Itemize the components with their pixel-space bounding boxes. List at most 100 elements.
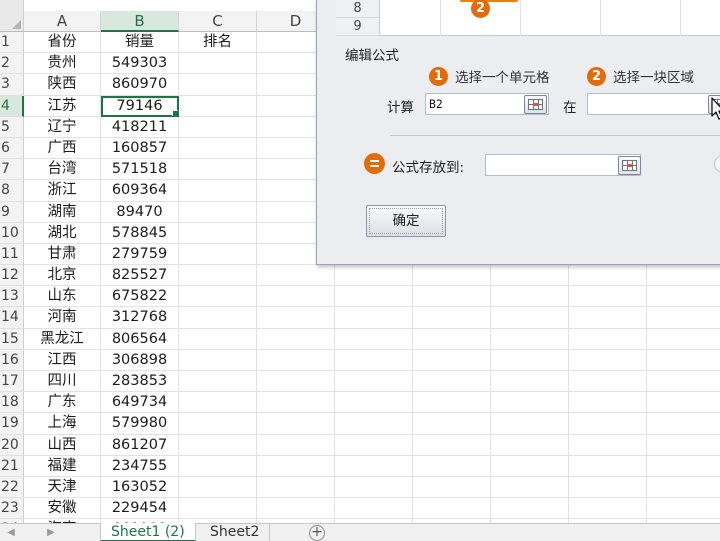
- cell[interactable]: [413, 371, 491, 393]
- cell[interactable]: [491, 349, 569, 371]
- cell[interactable]: 279759: [101, 243, 179, 266]
- cell[interactable]: [647, 435, 720, 456]
- range-picker-icon[interactable]: [524, 95, 547, 114]
- cell[interactable]: [335, 476, 413, 499]
- cell[interactable]: [413, 413, 491, 435]
- cell[interactable]: [647, 456, 720, 477]
- row-header[interactable]: 8: [0, 180, 24, 202]
- row-header[interactable]: 7: [0, 159, 24, 181]
- cell[interactable]: [413, 349, 491, 371]
- cell[interactable]: [491, 476, 569, 499]
- cell[interactable]: 229454: [101, 498, 179, 520]
- cell[interactable]: [491, 434, 569, 456]
- row-header[interactable]: 23: [0, 498, 24, 520]
- cell[interactable]: 四川: [24, 371, 101, 393]
- cell[interactable]: [491, 392, 569, 414]
- cell[interactable]: 陕西: [24, 74, 101, 96]
- cell[interactable]: 台湾: [24, 159, 101, 181]
- cell[interactable]: 418211: [101, 116, 179, 138]
- cell[interactable]: 825527: [101, 265, 179, 287]
- cell[interactable]: 天津: [24, 476, 101, 499]
- cell[interactable]: 312768: [101, 307, 179, 329]
- cell[interactable]: 福建: [24, 455, 101, 477]
- cell[interactable]: [179, 116, 257, 138]
- row-header[interactable]: 18: [0, 392, 24, 414]
- cell[interactable]: [179, 434, 257, 456]
- cell[interactable]: 北京: [24, 265, 101, 287]
- cell[interactable]: [257, 307, 335, 329]
- cell[interactable]: 甘肃: [24, 243, 101, 266]
- cell[interactable]: 浙江: [24, 180, 101, 202]
- cell[interactable]: 排名: [179, 32, 257, 54]
- cell[interactable]: [179, 392, 257, 414]
- row-header[interactable]: 5: [0, 116, 24, 138]
- cell[interactable]: [569, 476, 647, 499]
- cell[interactable]: 578845: [101, 222, 179, 244]
- cell[interactable]: [569, 498, 647, 520]
- cell[interactable]: [413, 328, 491, 350]
- cell[interactable]: [335, 286, 413, 308]
- cell[interactable]: 861207: [101, 434, 179, 456]
- cell[interactable]: [335, 371, 413, 393]
- row-header[interactable]: 22: [0, 476, 24, 499]
- row-header[interactable]: 1: [0, 32, 24, 54]
- cell[interactable]: [257, 349, 335, 371]
- range-picker-icon[interactable]: [618, 156, 641, 175]
- cell[interactable]: [335, 455, 413, 477]
- row-header[interactable]: 6: [0, 137, 24, 160]
- cell[interactable]: [257, 455, 335, 477]
- cell[interactable]: [335, 434, 413, 456]
- row-header[interactable]: 14: [0, 307, 24, 329]
- cell[interactable]: [257, 265, 335, 287]
- cell[interactable]: [647, 350, 720, 371]
- cell[interactable]: [179, 74, 257, 96]
- row-header[interactable]: 11: [0, 243, 24, 266]
- cell[interactable]: [257, 286, 335, 308]
- cell[interactable]: [257, 328, 335, 350]
- cell[interactable]: 山东: [24, 286, 101, 308]
- cell[interactable]: [179, 137, 257, 160]
- cell[interactable]: [647, 477, 720, 499]
- cell[interactable]: 销量: [101, 32, 179, 54]
- cell[interactable]: [413, 434, 491, 456]
- cell[interactable]: 160857: [101, 137, 179, 160]
- row-header[interactable]: 9: [0, 201, 24, 223]
- cell[interactable]: [335, 349, 413, 371]
- cell[interactable]: [569, 392, 647, 414]
- range-input[interactable]: [587, 93, 720, 115]
- cell[interactable]: [179, 349, 257, 371]
- row-header[interactable]: 20: [0, 434, 24, 456]
- row-header[interactable]: 13: [0, 286, 24, 308]
- cell[interactable]: [179, 159, 257, 181]
- cell[interactable]: [179, 498, 257, 520]
- cell[interactable]: [179, 371, 257, 393]
- cell[interactable]: [491, 455, 569, 477]
- cell[interactable]: [257, 371, 335, 393]
- cell[interactable]: [491, 307, 569, 329]
- cell[interactable]: 江西: [24, 349, 101, 371]
- tab-next-icon[interactable]: ▶: [44, 526, 58, 540]
- cell[interactable]: [413, 455, 491, 477]
- cell[interactable]: [179, 307, 257, 329]
- column-header[interactable]: C: [179, 11, 257, 32]
- cell[interactable]: [257, 498, 335, 520]
- cell[interactable]: 安徽: [24, 498, 101, 520]
- cell[interactable]: [647, 329, 720, 350]
- row-header[interactable]: 10: [0, 222, 24, 244]
- cell[interactable]: [569, 413, 647, 435]
- cell[interactable]: 234755: [101, 455, 179, 477]
- cell[interactable]: [335, 413, 413, 435]
- cell[interactable]: [491, 328, 569, 350]
- column-header[interactable]: B: [101, 11, 179, 32]
- cell[interactable]: [179, 95, 257, 117]
- cell[interactable]: [647, 371, 720, 393]
- cell[interactable]: 649734: [101, 392, 179, 414]
- select-all-corner[interactable]: [0, 0, 24, 32]
- cell[interactable]: [647, 265, 720, 287]
- cell[interactable]: [257, 413, 335, 435]
- cell[interactable]: [179, 265, 257, 287]
- row-header[interactable]: 19: [0, 413, 24, 435]
- cell[interactable]: 山西: [24, 434, 101, 456]
- cell[interactable]: [413, 307, 491, 329]
- row-header[interactable]: 16: [0, 349, 24, 371]
